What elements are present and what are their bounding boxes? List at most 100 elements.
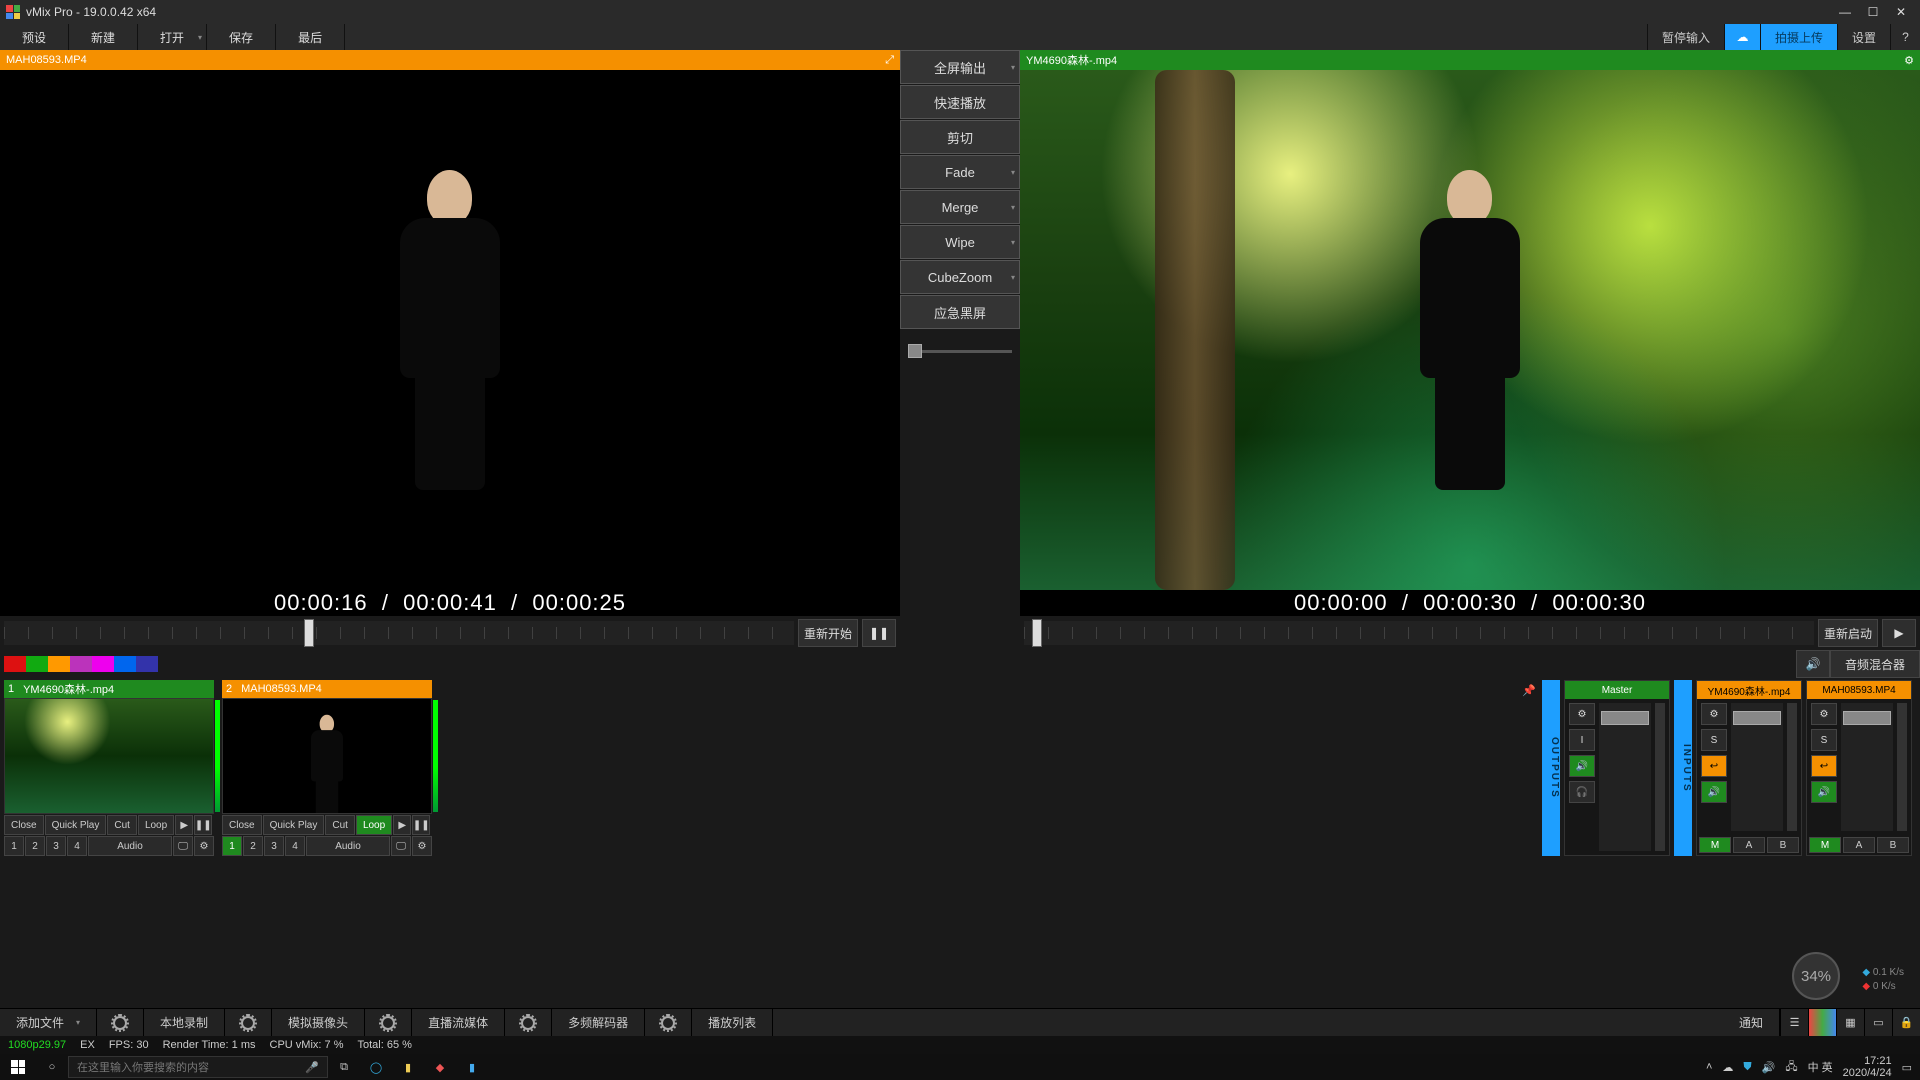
audio-toggle-icon[interactable]: 🔊 <box>1796 650 1830 678</box>
channel-speaker-icon[interactable]: 🔊 <box>1701 781 1727 803</box>
ftb-button[interactable]: 应急黑屏 <box>900 295 1020 329</box>
add-input-button[interactable]: 添加文件▾ <box>0 1009 97 1036</box>
input-overlay-3[interactable]: 3 <box>46 836 66 856</box>
start-button[interactable] <box>0 1054 36 1080</box>
input-overlay-1[interactable]: 1 <box>222 836 242 856</box>
window-minimize-icon[interactable]: — <box>1838 5 1852 19</box>
tray-network-icon[interactable]: 🖧 <box>1785 1058 1797 1077</box>
input-monitor-icon[interactable]: 🖵 <box>391 836 411 856</box>
view-single-icon[interactable]: ▭ <box>1864 1009 1892 1036</box>
merge-button[interactable]: Merge▾ <box>900 190 1020 224</box>
upload-button[interactable]: 拍摄上传 <box>1760 24 1837 50</box>
explorer-icon[interactable]: ▮ <box>392 1054 424 1080</box>
footer-playlist[interactable]: 播放列表 <box>692 1009 773 1036</box>
channel-s-button[interactable]: S <box>1701 729 1727 751</box>
lock-icon[interactable]: 🔒 <box>1892 1009 1920 1036</box>
output-play-button[interactable]: ▶ <box>1882 619 1916 647</box>
window-close-icon[interactable]: ✕ <box>1894 5 1908 19</box>
footer-record[interactable]: 本地录制 <box>144 1009 225 1036</box>
window-maximize-icon[interactable]: ☐ <box>1866 5 1880 19</box>
channel-m-button[interactable]: M <box>1809 837 1841 853</box>
channel-b-button[interactable]: B <box>1877 837 1909 853</box>
menu-preset[interactable]: 预设 <box>0 24 69 50</box>
channel-a-button[interactable]: A <box>1843 837 1875 853</box>
output-restart-button[interactable]: 重新启动 <box>1818 619 1878 647</box>
view-grid-icon[interactable]: ▦ <box>1836 1009 1864 1036</box>
input-overlay-3[interactable]: 3 <box>264 836 284 856</box>
tray-chevron-icon[interactable]: ˄ <box>1706 1061 1712 1073</box>
input-cut-button[interactable]: Cut <box>107 815 137 835</box>
pin-icon[interactable]: 📌 <box>1522 684 1536 697</box>
view-list-icon[interactable]: ☰ <box>1780 1009 1808 1036</box>
color-swatch[interactable] <box>92 656 114 672</box>
edge-icon[interactable]: ◯ <box>360 1054 392 1080</box>
menu-save[interactable]: 保存 <box>207 24 276 50</box>
preview-pause-button[interactable]: ❚❚ <box>862 619 896 647</box>
footer-notify[interactable]: 通知 <box>1723 1009 1780 1036</box>
color-swatch[interactable] <box>70 656 92 672</box>
color-swatch[interactable] <box>136 656 158 672</box>
input-gear-icon[interactable]: ⚙ <box>412 836 432 856</box>
cortana-icon[interactable]: ○ <box>36 1054 68 1080</box>
input-overlay-4[interactable]: 4 <box>285 836 305 856</box>
input-gear-icon[interactable]: ⚙ <box>194 836 214 856</box>
output-scrubber[interactable] <box>1024 621 1814 645</box>
input-overlay-2[interactable]: 2 <box>243 836 263 856</box>
vmix-taskbar-icon[interactable]: ▮ <box>456 1054 488 1080</box>
input-audio-button[interactable]: Audio <box>88 836 172 856</box>
channel-m-button[interactable]: M <box>1699 837 1731 853</box>
cut-button[interactable]: 剪切 <box>900 120 1020 154</box>
input-overlay-4[interactable]: 4 <box>67 836 87 856</box>
footer-gear-2[interactable] <box>225 1009 272 1036</box>
mic-icon[interactable]: 🎤 <box>305 1061 319 1074</box>
channel-gear-icon[interactable]: ⚙ <box>1811 703 1837 725</box>
audio-mixer-button[interactable]: 音频混合器 <box>1830 650 1920 678</box>
channel-i-button[interactable]: I <box>1569 729 1595 751</box>
footer-stream[interactable]: 直播流媒体 <box>412 1009 505 1036</box>
output-settings-icon[interactable]: ⚙ <box>1904 54 1914 67</box>
channel-return-icon[interactable]: ↩ <box>1811 755 1837 777</box>
preview-restart-button[interactable]: 重新开始 <box>798 619 858 647</box>
taskbar-clock[interactable]: 17:21 2020/4/24 <box>1843 1055 1892 1079</box>
channel-fader[interactable] <box>1599 703 1651 851</box>
tray-shield-icon[interactable]: ⛊ <box>1743 1061 1751 1074</box>
channel-b-button[interactable]: B <box>1767 837 1799 853</box>
footer-virtualcam[interactable]: 模拟摄像头 <box>272 1009 365 1036</box>
settings-button[interactable]: 设置 <box>1837 24 1890 50</box>
color-swatch[interactable] <box>26 656 48 672</box>
input-loop-button[interactable]: Loop <box>356 815 392 835</box>
footer-multicorder[interactable]: 多频解码器 <box>552 1009 645 1036</box>
input-play-icon[interactable]: ▶ <box>175 815 193 835</box>
preview-expand-icon[interactable]: ⤢ <box>885 54 894 67</box>
app-icon-1[interactable]: ◆ <box>424 1054 456 1080</box>
footer-gear-5[interactable] <box>645 1009 692 1036</box>
tray-notifications-icon[interactable]: ▭ <box>1902 1061 1912 1074</box>
color-swatch[interactable] <box>48 656 70 672</box>
tray-cloud-icon[interactable]: ☁ <box>1722 1061 1733 1074</box>
input-thumbnail[interactable] <box>4 698 214 814</box>
input-close-button[interactable]: Close <box>222 815 262 835</box>
channel-fader[interactable] <box>1731 703 1783 831</box>
input-quickplay-button[interactable]: Quick Play <box>45 815 107 835</box>
channel-return-icon[interactable]: ↩ <box>1701 755 1727 777</box>
preview-video[interactable] <box>0 70 900 590</box>
input-header[interactable]: 2 MAH08593.MP4 <box>222 680 432 698</box>
input-pause-icon[interactable]: ❚❚ <box>194 815 212 835</box>
input-loop-button[interactable]: Loop <box>138 815 174 835</box>
taskbar-search[interactable]: 在这里输入你要搜索的内容 🎤 <box>68 1056 328 1078</box>
channel-gear-icon[interactable]: ⚙ <box>1569 703 1595 725</box>
wipe-button[interactable]: Wipe▾ <box>900 225 1020 259</box>
input-quickplay-button[interactable]: Quick Play <box>263 815 325 835</box>
color-swatch[interactable] <box>114 656 136 672</box>
cloud-icon[interactable]: ☁ <box>1724 24 1760 50</box>
input-thumbnail[interactable] <box>222 698 432 814</box>
footer-gear-3[interactable] <box>365 1009 412 1036</box>
input-header[interactable]: 1 YM4690森林-.mp4 <box>4 680 214 698</box>
channel-speaker-icon[interactable]: 🔊 <box>1811 781 1837 803</box>
input-monitor-icon[interactable]: 🖵 <box>173 836 193 856</box>
input-audio-button[interactable]: Audio <box>306 836 390 856</box>
output-video[interactable] <box>1020 70 1920 590</box>
input-play-icon[interactable]: ▶ <box>393 815 411 835</box>
tray-volume-icon[interactable]: 🔊 <box>1762 1061 1776 1074</box>
input-close-button[interactable]: Close <box>4 815 44 835</box>
